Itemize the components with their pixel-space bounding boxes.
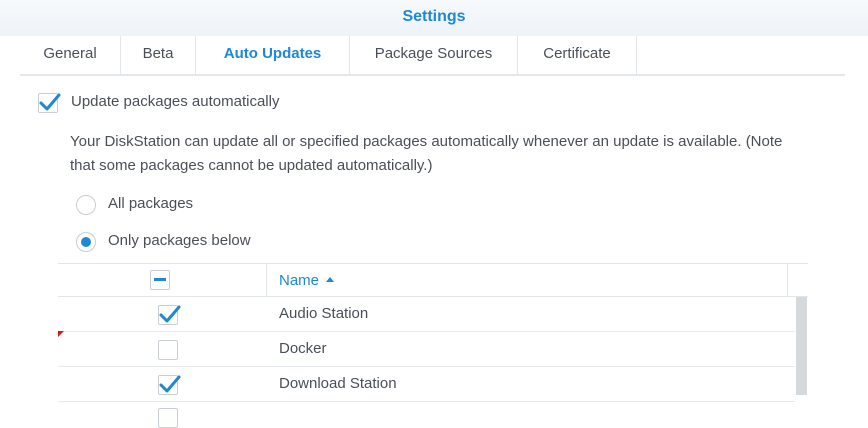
row-checkbox[interactable] [158,408,178,428]
select-all-checkbox[interactable] [150,270,170,290]
auto-update-description: Your DiskStation can update all or speci… [70,133,783,174]
update-automatically-checkbox[interactable] [38,93,61,113]
tab-auto-updates[interactable]: Auto Updates [196,36,350,74]
title-bar: Settings [0,0,868,36]
grid-scrollbar[interactable] [796,297,807,395]
radio-only-packages-below-label: Only packages below [108,232,251,249]
package-name: Download Station [279,375,397,392]
package-name: Audio Station [279,305,369,322]
grid-header: Name [58,263,808,297]
sort-ascending-icon [326,277,335,282]
column-header-name[interactable]: Name [279,272,335,289]
row-checkbox[interactable] [158,375,181,395]
row-checkbox[interactable] [158,305,181,325]
tab-certificate[interactable]: Certificate [518,36,637,74]
table-row[interactable]: Docker [58,332,795,367]
radio-all-packages[interactable] [76,195,96,215]
check-icon [159,375,181,393]
header-separator [787,264,788,297]
dirty-marker [58,331,64,337]
radio-selected-dot [81,237,91,247]
package-name: Docker [279,340,327,357]
tab-package-sources[interactable]: Package Sources [350,36,518,74]
tab-general[interactable]: General [20,36,121,74]
row-checkbox[interactable] [158,340,178,360]
check-icon [159,305,181,323]
window-title: Settings [402,8,466,25]
header-separator [266,264,267,297]
tab-beta[interactable]: Beta [121,36,196,74]
indeterminate-icon [154,278,166,281]
radio-only-packages-below[interactable] [76,232,96,252]
tab-bar: General Beta Auto Updates Package Source… [20,36,845,76]
package-grid: Name Audio Station Docker Download Stati… [58,263,808,428]
table-row-partial[interactable] [58,402,795,428]
update-automatically-label: Update packages automatically [71,93,280,110]
radio-all-packages-label: All packages [108,195,194,212]
check-icon [39,93,61,111]
table-row[interactable]: Download Station [58,367,795,402]
table-row[interactable]: Audio Station [58,297,795,332]
